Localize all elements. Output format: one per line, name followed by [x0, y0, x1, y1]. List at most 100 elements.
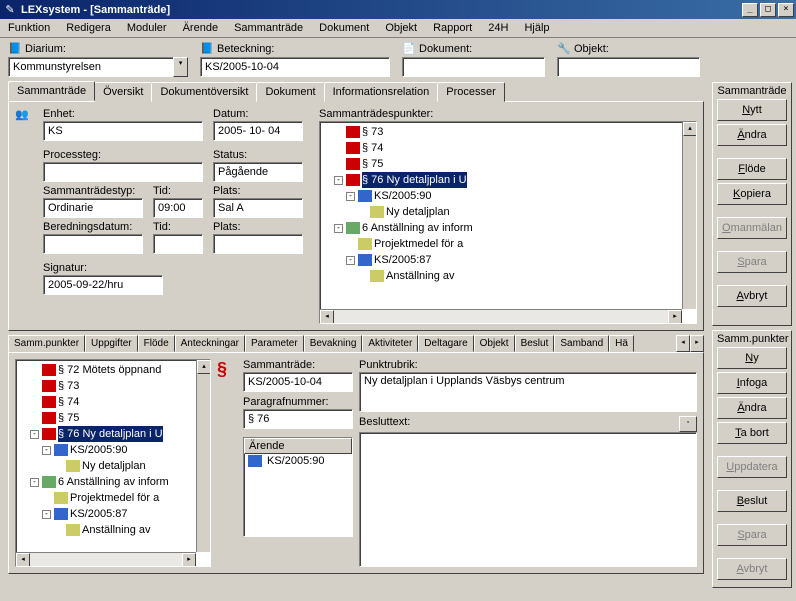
tab-sammanträde[interactable]: Sammanträde — [8, 81, 95, 101]
tree-node[interactable]: -6 Anställning av inform — [18, 474, 208, 490]
ändra-button[interactable]: Ändra — [717, 124, 787, 146]
scroll-right[interactable]: ▸ — [182, 553, 196, 567]
tree-node[interactable]: § 74 — [18, 394, 208, 410]
scroll-up[interactable]: ▴ — [197, 360, 211, 374]
h-scrollbar[interactable]: ◂▸ — [320, 309, 682, 323]
subtab-6[interactable]: Aktiviteter — [362, 335, 418, 352]
tree-node[interactable]: § 72 Mötets öppnand — [18, 362, 208, 378]
tree-node[interactable]: Anställning av — [18, 522, 208, 538]
v-scrollbar[interactable]: ▴ — [682, 122, 696, 309]
tab-dokument[interactable]: Dokument — [256, 82, 324, 102]
beslut-button[interactable]: Beslut — [717, 490, 787, 512]
subtab-0[interactable]: Samm.punkter — [8, 335, 85, 352]
nytt-button[interactable]: Nytt — [717, 99, 787, 121]
subtab-3[interactable]: Anteckningar — [175, 335, 245, 352]
datum-input[interactable] — [213, 121, 303, 141]
flöde-button[interactable]: Flöde — [717, 158, 787, 180]
diarium-select[interactable] — [8, 57, 173, 77]
subtab-9[interactable]: Beslut — [515, 335, 555, 352]
avbryt-button[interactable]: Avbryt — [717, 285, 787, 307]
subtab-7[interactable]: Deltagare — [418, 335, 473, 352]
scroll-left[interactable]: ◂ — [16, 553, 30, 567]
beteckning-input[interactable] — [200, 57, 390, 77]
tid-input[interactable] — [153, 198, 203, 218]
tree-node[interactable]: Ny detaljplan — [322, 204, 694, 220]
signatur-input[interactable] — [43, 275, 163, 295]
close-button[interactable]: × — [778, 3, 794, 17]
paragrafnr-input[interactable] — [243, 409, 353, 429]
tree-node[interactable]: Projektmedel för a — [18, 490, 208, 506]
typ-input[interactable] — [43, 198, 143, 218]
plats-input[interactable] — [213, 198, 303, 218]
tree-expander[interactable]: - — [30, 430, 39, 439]
plats2-input[interactable] — [213, 234, 303, 254]
tree-expander[interactable]: - — [334, 224, 343, 233]
minimize-button[interactable]: _ — [742, 3, 758, 17]
tree-node[interactable]: -KS/2005:87 — [322, 252, 694, 268]
status-input[interactable] — [213, 162, 303, 182]
v-scrollbar[interactable]: ▴ — [196, 360, 210, 552]
tabs-scroll-left[interactable]: ◂ — [676, 335, 690, 352]
subtab-8[interactable]: Objekt — [474, 335, 515, 352]
arende-item[interactable]: KS/2005:90 — [244, 454, 352, 468]
tree-node[interactable]: Ny detaljplan — [18, 458, 208, 474]
tree-node[interactable]: Anställning av — [322, 268, 694, 284]
tree-node[interactable]: -KS/2005:90 — [322, 188, 694, 204]
tab-översikt[interactable]: Översikt — [94, 82, 152, 102]
punktrubrik-text[interactable]: Ny detaljplan i Upplands Väsbys centrum — [359, 372, 697, 412]
objekt-input[interactable] — [557, 57, 700, 77]
tree-node[interactable]: -6 Anställning av inform — [322, 220, 694, 236]
h-scrollbar[interactable]: ◂▸ — [16, 552, 196, 566]
tree-expander[interactable]: - — [346, 192, 355, 201]
menu-ärende[interactable]: Ärende — [179, 20, 222, 36]
tree-expander[interactable]: - — [346, 256, 355, 265]
tree-node[interactable]: Projektmedel för a — [322, 236, 694, 252]
scroll-right[interactable]: ▸ — [668, 310, 682, 324]
subtab-5[interactable]: Bevakning — [304, 335, 363, 352]
sammantrade-input[interactable] — [243, 372, 353, 392]
menu-rapport[interactable]: Rapport — [429, 20, 476, 36]
tree-node[interactable]: -KS/2005:90 — [18, 442, 208, 458]
tree-expander[interactable]: - — [30, 478, 39, 487]
tree-expander[interactable]: - — [334, 176, 343, 185]
menu-moduler[interactable]: Moduler — [123, 20, 171, 36]
subtab-11[interactable]: Hä — [609, 335, 634, 352]
tab-processer[interactable]: Processer — [437, 82, 505, 102]
subtab-4[interactable]: Parameter — [245, 335, 304, 352]
tree-node[interactable]: § 73 — [18, 378, 208, 394]
subtab-1[interactable]: Uppgifter — [85, 335, 138, 352]
besluttext-expand-button[interactable]: ▫ — [679, 416, 697, 432]
tid2-input[interactable] — [153, 234, 203, 254]
tree-expander[interactable]: - — [42, 446, 51, 455]
tree-node[interactable]: -KS/2005:87 — [18, 506, 208, 522]
tree-node[interactable]: § 74 — [322, 140, 694, 156]
ändra-button[interactable]: Ändra — [717, 397, 787, 419]
besluttext-area[interactable] — [359, 432, 697, 567]
menu-sammanträde[interactable]: Sammanträde — [230, 20, 307, 36]
lower-tree[interactable]: § 72 Mötets öppnand§ 73§ 74§ 75-§ 76 Ny … — [15, 359, 211, 567]
infoga-button[interactable]: Infoga — [717, 372, 787, 394]
menu-redigera[interactable]: Redigera — [62, 20, 115, 36]
ny-button[interactable]: Ny — [717, 347, 787, 369]
menu-funktion[interactable]: Funktion — [4, 20, 54, 36]
menu-24h[interactable]: 24H — [484, 20, 512, 36]
tree-node[interactable]: § 75 — [18, 410, 208, 426]
dokument-input[interactable] — [402, 57, 545, 77]
arende-list[interactable]: Ärende KS/2005:90 — [243, 437, 353, 537]
tree-expander[interactable]: - — [42, 510, 51, 519]
menu-hjälp[interactable]: Hjälp — [520, 20, 553, 36]
enhet-input[interactable] — [43, 121, 203, 141]
kopiera-button[interactable]: Kopiera — [717, 183, 787, 205]
scroll-up[interactable]: ▴ — [683, 122, 697, 136]
processteg-input[interactable] — [43, 162, 203, 182]
bered-input[interactable] — [43, 234, 143, 254]
tree-node[interactable]: -§ 76 Ny detaljplan i U — [322, 172, 694, 188]
maximize-button[interactable]: □ — [760, 3, 776, 17]
diarium-dropdown-button[interactable]: ▾ — [173, 57, 188, 77]
tab-informationsrelation[interactable]: Informationsrelation — [324, 82, 439, 102]
ta-bort-button[interactable]: Ta bort — [717, 422, 787, 444]
tree-node[interactable]: § 73 — [322, 124, 694, 140]
tree-node[interactable]: § 75 — [322, 156, 694, 172]
subtab-2[interactable]: Flöde — [138, 335, 175, 352]
tabs-scroll-right[interactable]: ▸ — [690, 335, 704, 352]
